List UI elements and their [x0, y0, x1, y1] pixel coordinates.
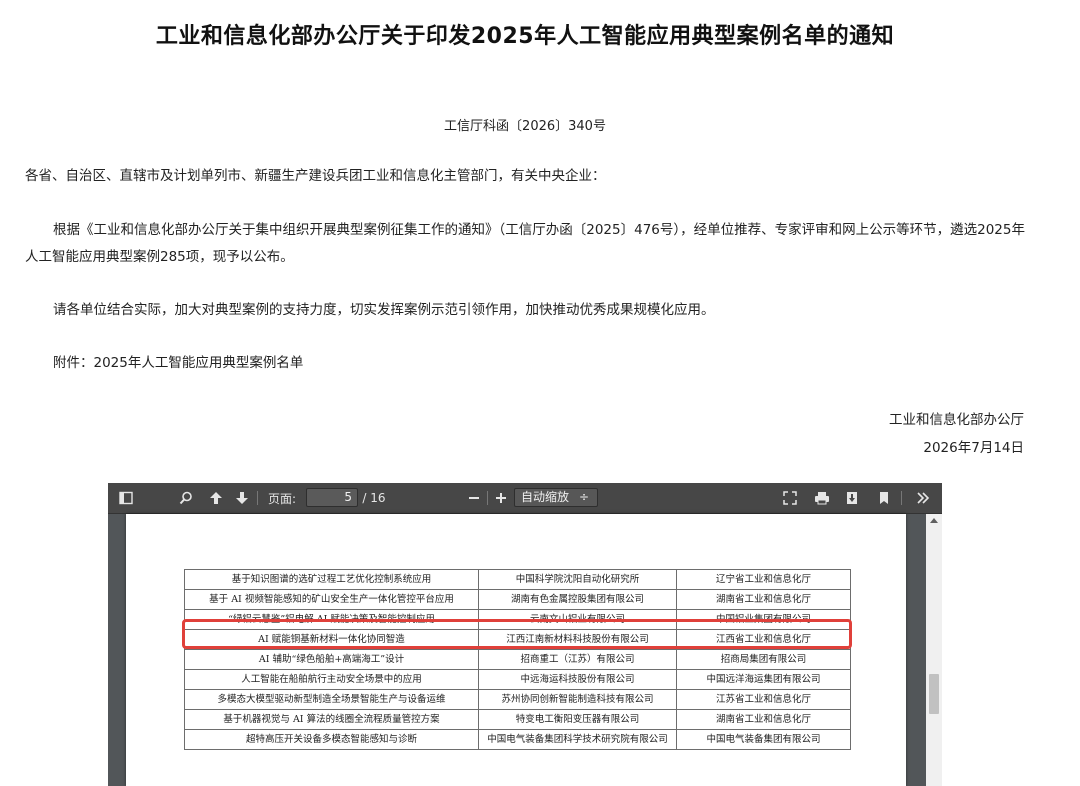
scroll-thumb[interactable] [929, 674, 939, 714]
recommender-cell: 中国电气装备集团有限公司 [676, 729, 851, 750]
zoom-select[interactable]: 自动缩放 ÷ [514, 488, 598, 507]
prev-page-icon[interactable] [206, 483, 226, 513]
applicant-cell: 特变电工衡阳变压器有限公司 [478, 709, 677, 730]
table-row: 人工智能在船舶航行主动安全场景中的应用 中远海运科技股份有限公司 中国远洋海运集团有… [184, 669, 851, 690]
case-name-cell: 基于知识图谱的选矿过程工艺优化控制系统应用 [184, 569, 479, 590]
case-table: 基于知识图谱的选矿过程工艺优化控制系统应用 中国科学院沈阳自动化研究所 辽宁省工业和… [184, 569, 851, 750]
vertical-scrollbar[interactable] [926, 514, 942, 786]
recommender-cell: 辽宁省工业和信息化厅 [676, 569, 851, 590]
case-name-cell: AI 辅助“绿色船舶+高端海工”设计 [184, 649, 479, 670]
fullscreen-icon[interactable] [780, 483, 800, 513]
signature-date: 2026年7月14日 [923, 440, 1024, 456]
table-row: 基于 AI 视频智能感知的矿山安全生产一体化管控平台应用 湖南有色金属控股集团有限… [184, 589, 851, 610]
recommender-cell: 江西省工业和信息化厅 [676, 629, 851, 650]
case-name-cell: 基于机器视觉与 AI 算法的线圈全流程质量管控方案 [184, 709, 479, 730]
recommender-cell: 江苏省工业和信息化厅 [676, 689, 851, 710]
case-name-cell: 多模态大模型驱动新型制造全场景智能生产与设备运维 [184, 689, 479, 710]
case-name-cell: AI 赋能铜基新材料一体化协同智造 [184, 629, 479, 650]
applicant-cell: 中国电气装备集团科学技术研究院有限公司 [478, 729, 677, 750]
table-row: AI 赋能铜基新材料一体化协同智造 江西江南新材料科技股份有限公司 江西省工业和信息… [184, 629, 851, 650]
table-row: “绿铝云慧鉴”铝电解 AI 赋能决策及智能控制应用 云南文山铝业有限公司 中国铝业集… [184, 609, 851, 630]
recommender-cell: 中国远洋海运集团有限公司 [676, 669, 851, 690]
zoom-select-label: 自动缩放 [521, 490, 570, 504]
table-row: 基于机器视觉与 AI 算法的线圈全流程质量管控方案 特变电工衡阳变压器有限公司 湖南… [184, 709, 851, 730]
notice-title: 工业和信息化部办公厅关于印发2025年人工智能应用典型案例名单的通知 [155, 24, 895, 49]
document-number: 工信厅科函〔2026〕340号 [444, 119, 606, 134]
body-paragraph-1: 根据《工业和信息化部办公厅关于集中组织开展典型案例征集工作的通知》（工信厅办函〔… [25, 222, 1025, 265]
page-number-input[interactable]: 5 [306, 488, 358, 507]
dropdown-arrow-icon: ÷ [578, 490, 589, 504]
print-icon[interactable] [812, 483, 832, 513]
recommender-cell: 湖南省工业和信息化厅 [676, 589, 851, 610]
case-name-cell: 超特高压开关设备多模态智能感知与诊断 [184, 729, 479, 750]
more-tools-icon[interactable] [912, 483, 934, 513]
recommender-cell: 中国铝业集团有限公司 [676, 609, 851, 630]
applicant-cell: 苏州协同创新智能制造科技有限公司 [478, 689, 677, 710]
bookmark-icon[interactable] [874, 483, 894, 513]
pdf-toolbar: 页面: 5 / 16 自动缩放 ÷ [108, 483, 942, 514]
body-paragraph-2: 请各单位结合实际，加大对典型案例的支持力度，切实发挥案例示范引领作用，加快推动优… [53, 302, 715, 318]
recommender-cell: 湖南省工业和信息化厅 [676, 709, 851, 730]
applicant-cell: 湖南有色金属控股集团有限公司 [478, 589, 677, 610]
applicant-cell: 云南文山铝业有限公司 [478, 609, 677, 630]
recommender-cell: 招商局集团有限公司 [676, 649, 851, 670]
applicant-cell: 招商重工（江苏）有限公司 [478, 649, 677, 670]
pdf-content-area[interactable]: 基于知识图谱的选矿过程工艺优化控制系统应用 中国科学院沈阳自动化研究所 辽宁省工业和… [108, 514, 942, 786]
pdf-page: 基于知识图谱的选矿过程工艺优化控制系统应用 中国科学院沈阳自动化研究所 辽宁省工业和… [126, 514, 906, 786]
next-page-icon[interactable] [232, 483, 252, 513]
case-name-cell: “绿铝云慧鉴”铝电解 AI 赋能决策及智能控制应用 [184, 609, 479, 630]
table-row: 多模态大模型驱动新型制造全场景智能生产与设备运维 苏州协同创新智能制造科技有限公司… [184, 689, 851, 710]
page-label: 页面: [267, 491, 297, 506]
attachment-line: 附件：2025年人工智能应用典型案例名单 [53, 355, 304, 371]
sidebar-toggle-icon[interactable] [116, 483, 136, 513]
toolbar-divider [257, 491, 258, 505]
table-row: AI 辅助“绿色船舶+高端海工”设计 招商重工（江苏）有限公司 招商局集团有限公司 [184, 649, 851, 670]
total-pages: / 16 [362, 491, 386, 505]
search-icon[interactable] [176, 483, 196, 513]
case-name-cell: 人工智能在船舶航行主动安全场景中的应用 [184, 669, 479, 690]
case-name-cell: 基于 AI 视频智能感知的矿山安全生产一体化管控平台应用 [184, 589, 479, 610]
signature-org: 工业和信息化部办公厅 [889, 412, 1024, 428]
toolbar-divider [487, 491, 488, 505]
table-row: 基于知识图谱的选矿过程工艺优化控制系统应用 中国科学院沈阳自动化研究所 辽宁省工业和… [184, 569, 851, 590]
scroll-up-icon[interactable] [930, 518, 938, 523]
applicant-cell: 中国科学院沈阳自动化研究所 [478, 569, 677, 590]
addressee: 各省、自治区、直辖市及计划单列市、新疆生产建设兵团工业和信息化主管部门，有关中央… [25, 168, 606, 184]
pdf-viewer: 页面: 5 / 16 自动缩放 ÷ 基于知识图谱的选矿过程工艺优化控制系统应用 … [108, 483, 942, 786]
toolbar-divider [901, 491, 902, 505]
zoom-out-icon[interactable] [464, 483, 484, 513]
applicant-cell: 中远海运科技股份有限公司 [478, 669, 677, 690]
zoom-in-icon[interactable] [491, 483, 511, 513]
applicant-cell: 江西江南新材料科技股份有限公司 [478, 629, 677, 650]
download-icon[interactable] [842, 483, 862, 513]
table-row: 超特高压开关设备多模态智能感知与诊断 中国电气装备集团科学技术研究院有限公司 中国电… [184, 729, 851, 750]
